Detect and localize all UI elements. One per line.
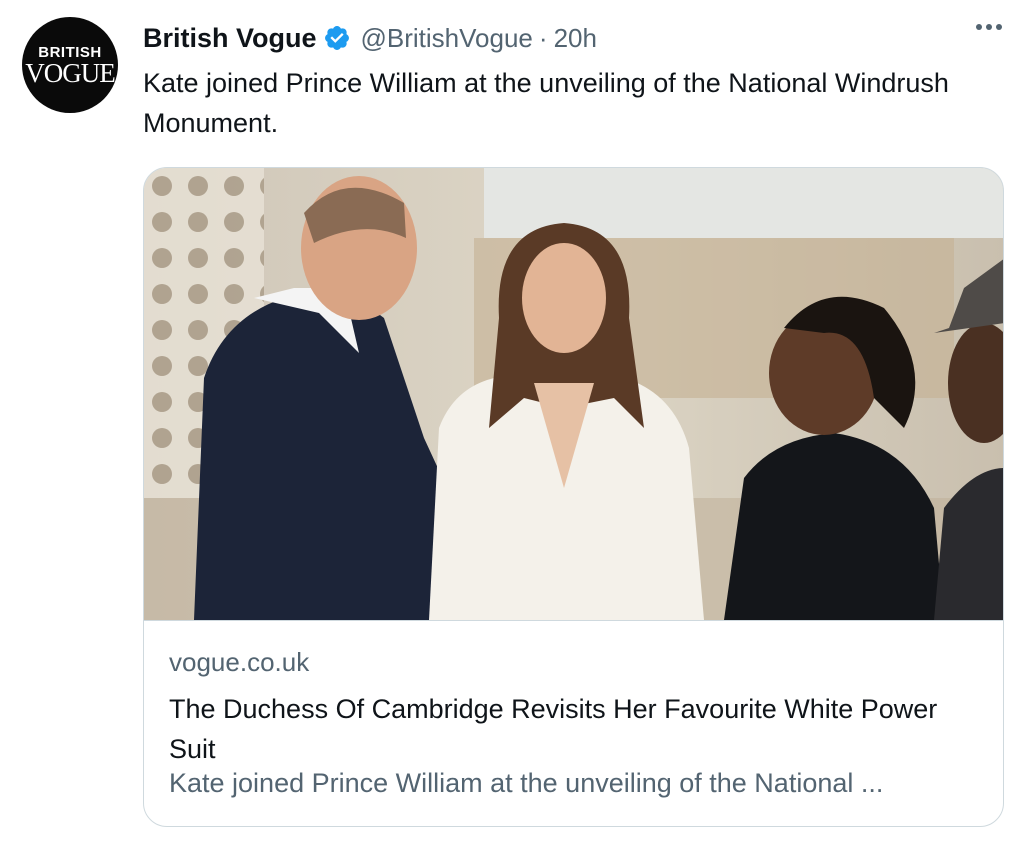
link-card[interactable]: vogue.co.uk The Duchess Of Cambridge Rev… <box>143 167 1004 827</box>
tweet-header: British Vogue @BritishVogue · 20h <box>143 20 597 56</box>
more-dot <box>986 24 992 30</box>
account-name[interactable]: British Vogue <box>143 23 317 54</box>
more-options-icon[interactable] <box>976 24 1002 30</box>
tweet-timestamp[interactable]: 20h <box>554 23 597 54</box>
link-card-title: The Duchess Of Cambridge Revisits Her Fa… <box>169 694 938 764</box>
more-dot <box>996 24 1002 30</box>
link-card-meta[interactable]: vogue.co.uk The Duchess Of Cambridge Rev… <box>144 620 1003 826</box>
link-card-domain: vogue.co.uk <box>169 647 310 677</box>
photo-illustration <box>144 168 1003 620</box>
verified-badge-icon <box>324 26 349 50</box>
account-handle[interactable]: @BritishVogue <box>361 23 533 54</box>
tweet-text: Kate joined Prince William at the unveil… <box>143 68 949 138</box>
link-card-image[interactable] <box>144 168 1003 620</box>
separator-dot: · <box>538 22 548 53</box>
avatar-text-bottom: VOGUE <box>25 57 115 88</box>
link-card-description: Kate joined Prince William at the unveil… <box>169 768 884 798</box>
more-dot <box>976 24 982 30</box>
avatar[interactable]: BRITISH VOGUE <box>22 17 118 113</box>
